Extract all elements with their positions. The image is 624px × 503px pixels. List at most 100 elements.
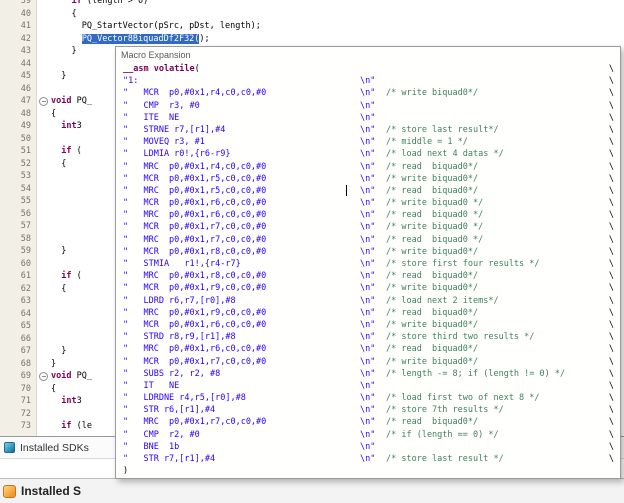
line-number[interactable]: 46 (0, 83, 36, 96)
line-number[interactable]: 67 (0, 345, 36, 358)
code-token: } (51, 246, 67, 256)
line-number[interactable]: 44 (0, 58, 36, 71)
newline-escape: \n" (360, 332, 376, 343)
line-number[interactable]: 42 (0, 33, 36, 46)
asm-string: " MRC p0,#0x1,r9,c0,c0,#0 (123, 307, 267, 318)
line-number[interactable]: 55 (0, 195, 36, 208)
code-token: ( (71, 146, 82, 156)
macro-expansion-line: " MRC p0,#0x1,r5,c0,c0,#0 \n" /* read biqu… (123, 185, 614, 197)
asm-comment: /* length -= 8; if (length != 0) */ (386, 368, 566, 379)
code-text: } (51, 358, 56, 371)
code-text: { (51, 8, 76, 21)
line-number[interactable]: 69 (0, 370, 36, 383)
newline-escape: \n" (360, 319, 376, 330)
line-number[interactable]: 73 (0, 420, 36, 433)
asm-string: " MRC p0,#0x1,r6,c0,c0,#0 (123, 210, 267, 221)
macro-expansion-line: " MRC p0,#0x1,r9,c0,c0,#0 \n" /* read biqu… (123, 307, 614, 319)
macro-expansion-line: " MRC p0,#0x1,r6,c0,c0,#0 \n" /* read biqu… (123, 209, 614, 221)
code-token: } (51, 71, 67, 81)
asm-comment: /* write biquad0*/ (386, 88, 479, 99)
line-number[interactable]: 68 (0, 358, 36, 371)
keyword-token: if (61, 421, 72, 431)
line-number[interactable]: 61 (0, 270, 36, 283)
newline-escape: \n" (360, 441, 376, 452)
line-number[interactable]: 47 (0, 95, 36, 108)
macro-expansion-line: " MCR p0,#0x1,r8,c0,c0,#0 \n" /* write biq… (123, 246, 614, 258)
line-number[interactable]: 43 (0, 45, 36, 58)
line-number[interactable]: 62 (0, 283, 36, 296)
macro-expansion-line: " IT NE \n" \ (123, 380, 614, 392)
asm-string: " MRC p0,#0x1,r8,c0,c0,#0 (123, 271, 267, 282)
asm-comment: /* store last result */ (386, 454, 504, 464)
asm-string: " MOVEQ r3, #1 (123, 137, 205, 148)
code-text: void PQ_ (51, 95, 92, 108)
line-number[interactable]: 51 (0, 145, 36, 158)
line-number[interactable]: 52 (0, 158, 36, 171)
line-number[interactable]: 50 (0, 133, 36, 146)
line-number[interactable]: 64 (0, 308, 36, 321)
asm-string: " CMP r2, #0 (123, 429, 200, 440)
line-continuation: \ (608, 380, 614, 391)
line-number[interactable]: 40 (0, 8, 36, 21)
code-token: PQ_ (71, 371, 92, 381)
line-number[interactable]: 70 (0, 383, 36, 396)
line-number[interactable]: 63 (0, 295, 36, 308)
code-token: PQ_StartVector(pSrc, pDst, length); (51, 21, 261, 31)
newline-escape: \n" (360, 234, 376, 245)
macro-expansion-line: " STMIA r1!,{r4-r7} \n" /* store first fou… (123, 258, 614, 270)
line-continuation: \ (608, 271, 614, 282)
line-number[interactable]: 48 (0, 108, 36, 121)
line-number[interactable]: 58 (0, 233, 36, 246)
line-number[interactable]: 56 (0, 208, 36, 221)
code-line[interactable]: 42 PQ_Vector8BiquadDf2F32(); (0, 33, 624, 46)
line-number[interactable]: 65 (0, 320, 36, 333)
newline-escape: \n" (360, 259, 376, 269)
macro-expansion-line: "1: \n" \ (123, 75, 614, 87)
line-number[interactable]: 71 (0, 395, 36, 408)
line-continuation: \ (608, 344, 614, 355)
macro-expansion-line: " MCR p0,#0x1,r6,c0,c0,#0 \n" /* write biq… (123, 197, 614, 209)
macro-expansion-line: ) (123, 465, 614, 477)
code-token: PQ_ (71, 96, 92, 106)
installed-sdks-view-tab[interactable]: Installed S (0, 478, 624, 503)
macro-expansion-line: " MRC p0,#0x1,r7,c0,c0,#0 \n" /* read biqu… (123, 416, 614, 428)
keyword-token: if (61, 146, 72, 156)
line-number[interactable]: 72 (0, 408, 36, 421)
code-line[interactable]: 39 if (length > 0) (0, 0, 624, 8)
line-continuation: \ (608, 222, 614, 233)
code-text: if (le (51, 420, 92, 433)
asm-string: " IT NE (123, 380, 180, 391)
line-number[interactable]: 45 (0, 70, 36, 83)
newline-escape: \n" (360, 100, 376, 111)
line-number[interactable]: 53 (0, 170, 36, 183)
line-continuation: \ (608, 295, 614, 306)
code-token: { (51, 383, 57, 394)
line-number[interactable]: 59 (0, 245, 36, 258)
code-line[interactable]: 40 { (0, 8, 624, 21)
newline-escape: \n" (360, 222, 376, 233)
line-number[interactable]: 54 (0, 183, 36, 196)
code-line[interactable]: 41 PQ_StartVector(pSrc, pDst, length); (0, 20, 624, 33)
line-number[interactable]: 66 (0, 333, 36, 346)
line-continuation: \ (608, 161, 614, 172)
line-number[interactable]: 41 (0, 20, 36, 33)
macro-expansion-popup[interactable]: Macro Expansion __asm volatile(\ "1: \n" \ "… (115, 46, 621, 479)
code-text: if ( (51, 270, 82, 283)
asm-string: " BNE 1b (123, 441, 180, 452)
line-number[interactable]: 39 (0, 0, 36, 8)
line-number[interactable]: 60 (0, 258, 36, 271)
asm-comment: /* read biquad0*/ (386, 344, 479, 355)
fold-collapse-icon[interactable] (36, 95, 51, 108)
fold-collapse-icon[interactable] (36, 370, 51, 383)
newline-escape: \n" (360, 380, 376, 391)
line-number[interactable]: 49 (0, 120, 36, 133)
line-number[interactable]: 57 (0, 220, 36, 233)
